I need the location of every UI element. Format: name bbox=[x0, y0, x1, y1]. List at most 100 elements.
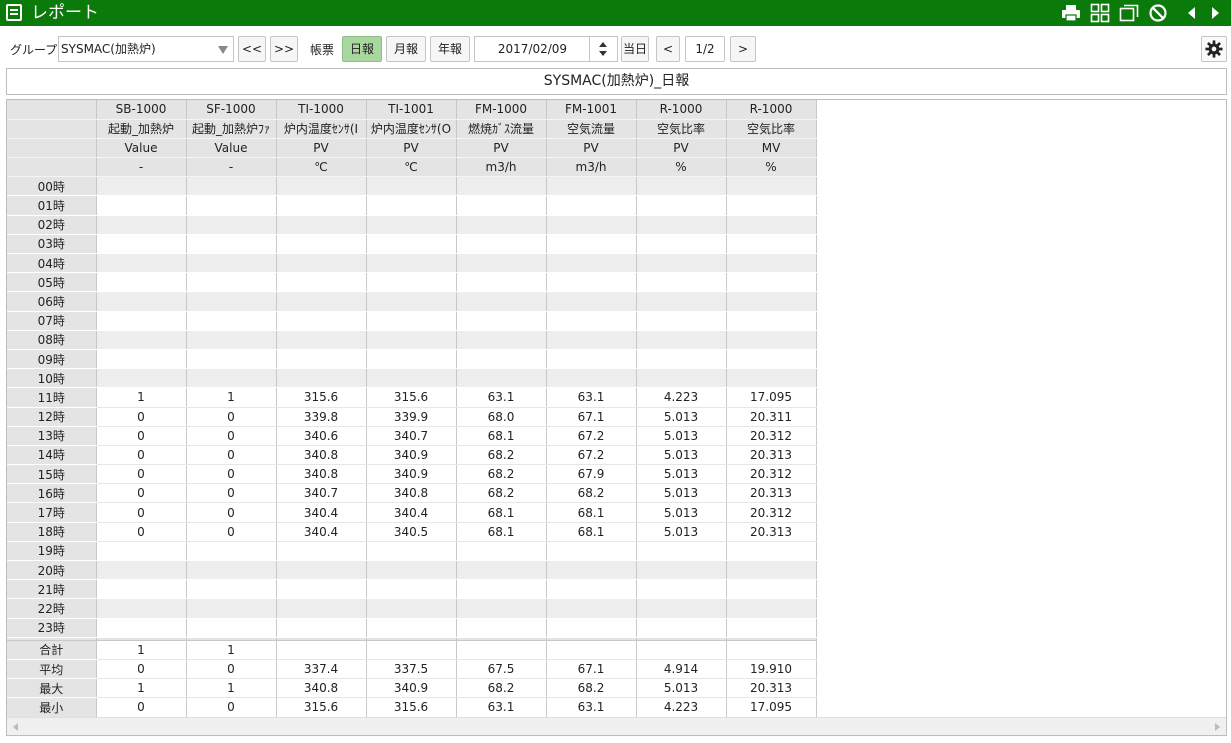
spin-down-icon[interactable] bbox=[599, 51, 607, 56]
prev-page-button[interactable]: < bbox=[656, 36, 680, 62]
triangle-left-icon[interactable] bbox=[1182, 3, 1202, 23]
table-row: 00時 bbox=[7, 176, 817, 197]
column-header-type: PV bbox=[636, 138, 727, 159]
table-cell bbox=[726, 272, 817, 293]
table-cell bbox=[276, 598, 367, 619]
table-cell bbox=[456, 253, 547, 274]
summary-label: 最小 bbox=[7, 697, 97, 718]
table-cell bbox=[636, 195, 727, 216]
table-cell bbox=[186, 349, 277, 370]
table-cell: 0 bbox=[96, 426, 187, 446]
spin-up-icon[interactable] bbox=[599, 42, 607, 47]
table-cell: 67.9 bbox=[546, 464, 637, 485]
column-header-unit: - bbox=[96, 157, 187, 178]
table-cell bbox=[726, 253, 817, 274]
summary-row: 平均 0 0 337.4 337.5 67.5 67.1 4.914 19.910 bbox=[7, 659, 817, 680]
table-cell bbox=[636, 215, 727, 235]
report-table: SB-1000 SF-1000 TI-1000 TI-1001 FM-1000 FM-10… bbox=[7, 100, 817, 718]
report-title: SYSMAC(加熱炉)_日報 bbox=[6, 68, 1227, 95]
table-cell bbox=[636, 560, 727, 581]
yearly-report-button[interactable]: 年報 bbox=[430, 36, 470, 62]
scroll-left-icon[interactable] bbox=[13, 723, 18, 731]
table-cell bbox=[276, 579, 367, 600]
column-header-unit: % bbox=[726, 157, 817, 178]
table-cell: 0 bbox=[96, 407, 187, 427]
table-cell bbox=[546, 560, 637, 581]
header-row-unit: - - ℃ ℃ m3/h m3/h%% bbox=[7, 157, 817, 178]
table-cell bbox=[726, 330, 817, 350]
table-cell bbox=[636, 541, 727, 562]
summary-cell: 1 bbox=[96, 678, 187, 699]
next-page-button[interactable]: > bbox=[730, 36, 756, 62]
table-cell bbox=[726, 215, 817, 235]
table-cell bbox=[366, 541, 457, 562]
row-label: 19時 bbox=[7, 541, 97, 562]
table-cell: 339.9 bbox=[366, 407, 457, 427]
column-header-name: 炉内温度ｾﾝｻ(O bbox=[366, 119, 457, 139]
table-cell bbox=[186, 560, 277, 581]
group-select-value: SYSMAC(加熱炉) bbox=[61, 42, 156, 56]
header-corner-cell bbox=[7, 119, 97, 139]
table-cell: 68.2 bbox=[546, 483, 637, 504]
table-cell bbox=[366, 560, 457, 581]
table-cell bbox=[366, 330, 457, 350]
table-row: 15時 0 0 340.8 340.9 68.2 67.9 5.013 20.312 bbox=[7, 464, 817, 485]
table-cell: 68.2 bbox=[456, 483, 547, 504]
table-cell: 0 bbox=[96, 445, 187, 466]
settings-button[interactable] bbox=[1201, 36, 1227, 62]
table-cell bbox=[456, 541, 547, 562]
horizontal-scrollbar[interactable] bbox=[7, 717, 1226, 735]
cancel-icon[interactable] bbox=[1148, 3, 1168, 23]
table-cell bbox=[366, 234, 457, 255]
date-field[interactable]: 2017/02/09 bbox=[474, 36, 618, 62]
column-header-type: Value bbox=[186, 138, 277, 159]
menu-icon[interactable] bbox=[6, 4, 22, 21]
table-cell bbox=[726, 349, 817, 370]
table-cell: 68.0 bbox=[456, 407, 547, 427]
row-label: 21時 bbox=[7, 579, 97, 600]
print-icon[interactable] bbox=[1061, 3, 1081, 23]
table-cell bbox=[636, 176, 727, 197]
next-group-button[interactable]: >> bbox=[270, 36, 298, 62]
table-cell: 68.1 bbox=[546, 522, 637, 542]
form-label: 帳票 bbox=[310, 43, 335, 57]
table-cell: 340.6 bbox=[276, 426, 367, 446]
table-cell: 5.013 bbox=[636, 407, 727, 427]
table-cell bbox=[726, 311, 817, 331]
today-button[interactable]: 当日 bbox=[621, 36, 649, 62]
table-row: 20時 bbox=[7, 560, 817, 581]
monthly-report-button[interactable]: 月報 bbox=[386, 36, 426, 62]
table-cell: 0 bbox=[96, 522, 187, 542]
column-header-name: 起動_加熱炉ﾌｧ bbox=[186, 119, 277, 139]
summary-label: 合計 bbox=[7, 640, 97, 660]
summary-cell: 63.1 bbox=[546, 697, 637, 718]
table-row: 22時 bbox=[7, 598, 817, 619]
summary-cell: 315.6 bbox=[366, 697, 457, 718]
table-row: 16時 0 0 340.7 340.8 68.2 68.2 5.013 20.313 bbox=[7, 483, 817, 504]
group-select[interactable]: SYSMAC(加熱炉) bbox=[58, 36, 234, 62]
table-cell bbox=[456, 272, 547, 293]
table-cell bbox=[726, 560, 817, 581]
table-cell bbox=[186, 368, 277, 389]
table-cell bbox=[726, 579, 817, 600]
table-cell bbox=[456, 311, 547, 331]
table-cell: 340.4 bbox=[276, 522, 367, 542]
date-spinner[interactable] bbox=[589, 37, 617, 61]
table-cell bbox=[456, 618, 547, 638]
table-cell bbox=[636, 234, 727, 255]
table-cell bbox=[186, 291, 277, 312]
window-icon[interactable] bbox=[1119, 3, 1139, 23]
table-cell bbox=[186, 598, 277, 619]
prev-group-button[interactable]: << bbox=[238, 36, 266, 62]
table-cell bbox=[96, 176, 187, 197]
table-cell: 0 bbox=[186, 407, 277, 427]
summary-cell bbox=[726, 640, 817, 660]
summary-cell: 337.5 bbox=[366, 659, 457, 680]
column-header-type: MV bbox=[726, 138, 817, 159]
table-row: 10時 bbox=[7, 368, 817, 389]
table-cell bbox=[636, 618, 727, 638]
scroll-right-icon[interactable] bbox=[1215, 723, 1220, 731]
triangle-right-icon[interactable] bbox=[1205, 3, 1225, 23]
grid-icon[interactable] bbox=[1090, 3, 1110, 23]
daily-report-button[interactable]: 日報 bbox=[342, 36, 382, 62]
